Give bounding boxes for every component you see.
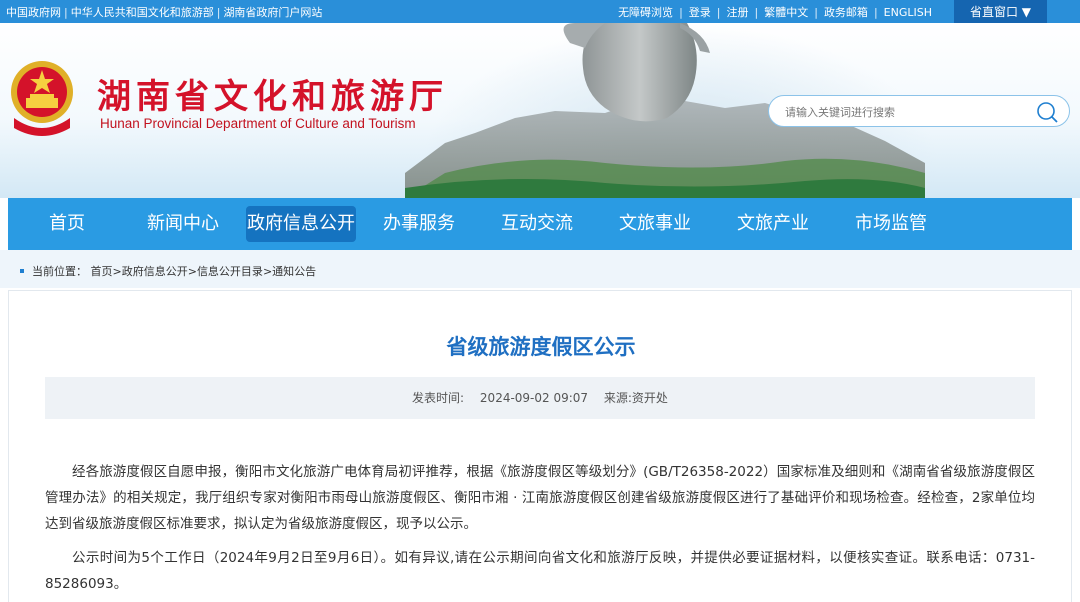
- article-meta: 发表时间: 2024-09-02 09:07 来源:资开处: [45, 377, 1035, 419]
- breadcrumb-bar: 当前位置： 首页>政府信息公开>信息公开目录>通知公告: [0, 250, 1080, 288]
- article-title: 省级旅游度假区公示: [446, 335, 636, 359]
- publish-label: 发表时间:: [412, 391, 465, 405]
- breadcrumb-notices[interactable]: 通知公告: [272, 265, 316, 278]
- breadcrumb-home[interactable]: 首页: [91, 265, 113, 278]
- top-bar: 中国政府网 | 中华人民共和国文化和旅游部 | 湖南省政府门户网站 无障碍浏览 | 登录 | 注…: [0, 0, 1080, 23]
- article-paragraph: 公示时间为5个工作日（2024年9月2日至9月6日）。如有异议,请在公示期间向省…: [45, 550, 1035, 592]
- link-register[interactable]: 注册: [727, 6, 749, 19]
- bullet-icon: [20, 269, 24, 273]
- nav-item-market-supervision[interactable]: 市场监管: [832, 198, 950, 250]
- site-title-en: Hunan Provincial Department of Culture a…: [100, 116, 416, 131]
- nav-item-services[interactable]: 办事服务: [360, 198, 478, 250]
- nav-item-gov-info-disclosure[interactable]: 政府信息公开: [246, 206, 356, 242]
- top-links-left: 中国政府网 | 中华人民共和国文化和旅游部 | 湖南省政府门户网站: [6, 6, 323, 19]
- nav-item-cultural-tourism-affairs[interactable]: 文旅事业: [596, 198, 714, 250]
- search-icon[interactable]: [1035, 100, 1059, 124]
- link-hunan-gov-portal[interactable]: 湖南省政府门户网站: [223, 6, 322, 19]
- site-title-cn: 湖南省文化和旅游厅: [97, 77, 448, 117]
- search-box: [768, 95, 1070, 127]
- nav-item-news-center[interactable]: 新闻中心: [124, 198, 242, 250]
- nav-item-interaction[interactable]: 互动交流: [478, 198, 596, 250]
- province-window-dropdown[interactable]: 省直窗口 ▼: [954, 0, 1047, 25]
- link-ministry-culture-tourism[interactable]: 中华人民共和国文化和旅游部: [71, 6, 214, 19]
- breadcrumb-label: 当前位置：: [32, 265, 87, 278]
- nav-item-cultural-tourism-industry[interactable]: 文旅产业: [714, 198, 832, 250]
- article-source: 来源:资开处: [603, 391, 668, 405]
- link-gov-portal[interactable]: 中国政府网: [6, 6, 61, 19]
- breadcrumb-gov-info[interactable]: 政府信息公开: [122, 265, 188, 278]
- article: 省级旅游度假区公示 发表时间: 2024-09-02 09:07 来源:资开处 …: [8, 290, 1072, 602]
- national-emblem-icon: [11, 61, 73, 136]
- main-nav: 首页 新闻中心 政府信息公开 办事服务 互动交流 文旅事业 文旅产业 市场监管: [8, 198, 1072, 250]
- nav-item-home[interactable]: 首页: [8, 198, 126, 250]
- publish-time: 2024-09-02 09:07: [479, 391, 589, 405]
- article-body: 经各旅游度假区自愿申报，衡阳市文化旅游广电体育局初评推荐，根据《旅游度假区等级划…: [45, 459, 1035, 602]
- breadcrumb: 当前位置： 首页>政府信息公开>信息公开目录>通知公告: [20, 263, 316, 279]
- link-gov-mail[interactable]: 政务邮箱: [824, 6, 868, 19]
- search-input[interactable]: [785, 102, 1025, 122]
- article-paragraph: 经各旅游度假区自愿申报，衡阳市文化旅游广电体育局初评推荐，根据《旅游度假区等级划…: [45, 464, 1035, 532]
- breadcrumb-info-catalog[interactable]: 信息公开目录: [197, 265, 263, 278]
- link-login[interactable]: 登录: [689, 6, 711, 19]
- link-accessibility[interactable]: 无障碍浏览: [618, 6, 673, 19]
- top-links-right: 无障碍浏览 | 登录 | 注册 | 繁體中文 | 政务邮箱 | ENGLISH: [618, 6, 932, 19]
- link-traditional-chinese[interactable]: 繁體中文: [764, 6, 808, 19]
- header-banner: 湖南省文化和旅游厅 Hunan Provincial Department of…: [0, 23, 1080, 198]
- link-english[interactable]: ENGLISH: [884, 6, 932, 19]
